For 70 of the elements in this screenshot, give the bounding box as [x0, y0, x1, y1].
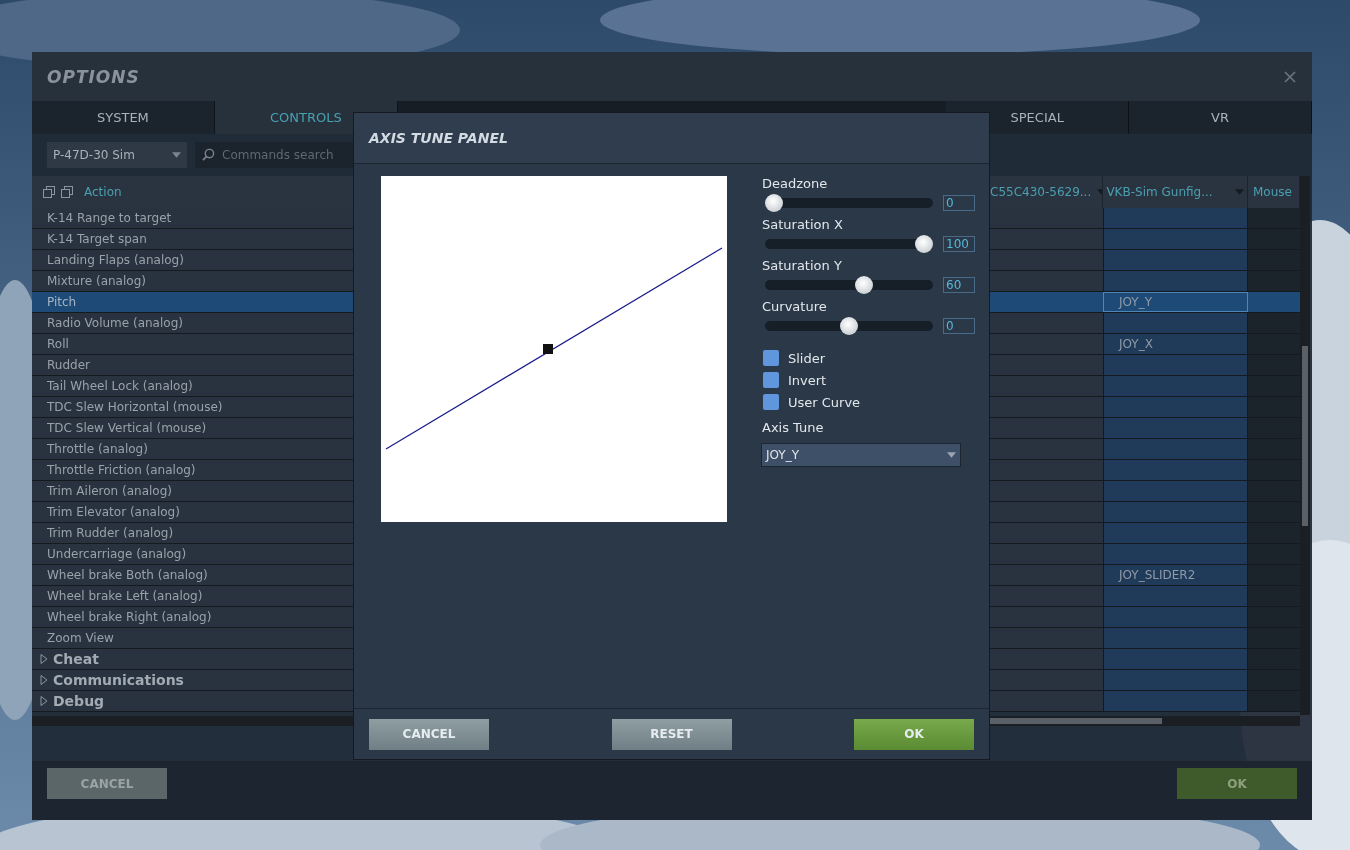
action-cell-text: TDC Slew Horizontal (mouse)	[46, 399, 224, 416]
action-cell-text: Mixture (analog)	[46, 273, 147, 290]
slider-label: Saturation X	[762, 217, 844, 232]
action-cell-text: Zoom View	[46, 630, 115, 647]
column-header[interactable]: VKB-Sim Gunfig...	[1106, 185, 1213, 199]
action-cell-text: Trim Aileron (analog)	[46, 483, 173, 500]
action-cell-text: Trim Elevator (analog)	[46, 504, 181, 521]
action-cell-text: Landing Flaps (analog)	[46, 252, 185, 269]
expand-triangle-icon[interactable]	[40, 696, 48, 706]
value-field[interactable]: 60	[943, 277, 975, 293]
slider-label: Deadzone	[762, 176, 829, 191]
binding-cell: JOY_X	[1119, 337, 1153, 351]
checkbox-label[interactable]: User Curve	[788, 394, 861, 410]
ok-button[interactable]: OK	[854, 718, 974, 750]
checkbox[interactable]	[763, 350, 779, 366]
expand-triangle-icon[interactable]	[40, 654, 48, 664]
slider-label: Saturation Y	[762, 258, 843, 273]
action-cell-text: K-14 Target span	[46, 231, 148, 248]
action-cell-text: Tail Wheel Lock (analog)	[46, 378, 194, 395]
slider-thumb[interactable]	[840, 317, 858, 335]
caret-icon	[947, 452, 956, 458]
value-field[interactable]: 0	[943, 195, 975, 211]
action-cell-text: Radio Volume (analog)	[46, 315, 184, 332]
aircraft-dropdown[interactable]: P-47D-30 Sim	[47, 142, 187, 168]
close-icon[interactable]	[1284, 70, 1296, 83]
window-title: OPTIONS	[47, 66, 140, 87]
binding-cell: JOY_Y	[1119, 295, 1152, 309]
action-cell-text: Wheel brake Right (analog)	[46, 609, 213, 626]
slider-thumb[interactable]	[855, 276, 873, 294]
category-label[interactable]: Cheat	[53, 649, 99, 669]
curve-point-marker[interactable]	[543, 344, 553, 354]
slider-thumb[interactable]	[915, 235, 933, 253]
slider-thumb[interactable]	[765, 194, 783, 212]
search-icon	[202, 148, 215, 161]
tab[interactable]: VR	[1129, 101, 1312, 134]
vertical-scrollbar[interactable]	[1300, 176, 1310, 715]
action-cell-text: Trim Rudder (analog)	[46, 525, 175, 542]
action-cell-text: Throttle (analog)	[46, 441, 149, 458]
column-header[interactable]: C55C430-5629...	[990, 185, 1092, 199]
binding-cell: JOY_SLIDER2	[1119, 568, 1196, 582]
value-field[interactable]: 0	[943, 318, 975, 334]
value-field[interactable]: 100	[943, 236, 975, 252]
checkbox[interactable]	[763, 372, 779, 388]
slider-label: Curvature	[762, 299, 828, 314]
action-cell-text: Pitch	[46, 294, 78, 311]
axis-tune-dropdown[interactable]: JOY_Y	[761, 443, 961, 467]
checkbox-label[interactable]: Invert	[788, 372, 827, 388]
action-cell-text: Roll	[46, 336, 70, 353]
stacked-squares-icon[interactable]	[61, 186, 73, 198]
expand-triangle-icon[interactable]	[40, 675, 48, 685]
column-header[interactable]: Mouse	[1253, 185, 1292, 199]
action-cell-text: Wheel brake Both (analog)	[46, 567, 209, 584]
action-cell-text: Undercarriage (analog)	[46, 546, 188, 563]
stacked-squares-icon[interactable]	[43, 186, 55, 198]
cancel-button[interactable]: CANCEL	[369, 718, 489, 750]
action-cell-text: TDC Slew Vertical (mouse)	[46, 420, 208, 437]
category-label[interactable]: Communications	[53, 670, 184, 690]
tab[interactable]: SYSTEM	[32, 101, 215, 134]
action-cell-text: K-14 Range to target	[46, 210, 173, 227]
checkbox-label[interactable]: Slider	[788, 350, 826, 366]
reset-button[interactable]: RESET	[611, 718, 732, 750]
field-label: Axis Tune	[762, 420, 825, 435]
ok-button[interactable]: OK	[1177, 768, 1297, 799]
caret-icon	[172, 152, 181, 158]
action-cell-text: Throttle Friction (analog)	[46, 462, 197, 479]
action-cell-text: Rudder	[46, 357, 91, 374]
action-cell-text: Wheel brake Left (analog)	[46, 588, 204, 605]
column-header[interactable]: Action	[84, 185, 122, 199]
category-label[interactable]: Debug	[53, 691, 105, 711]
checkbox[interactable]	[763, 394, 779, 410]
